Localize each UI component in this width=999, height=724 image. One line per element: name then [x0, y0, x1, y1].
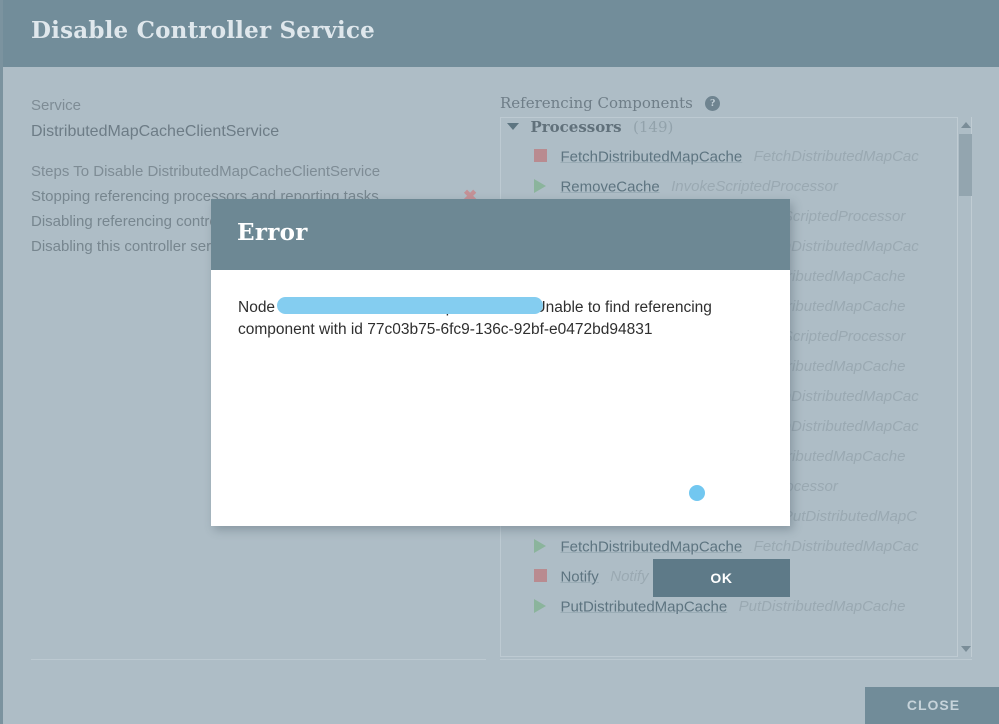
caret-down-icon[interactable]	[507, 122, 519, 130]
component-name[interactable]: Notify	[560, 568, 598, 585]
component-name[interactable]: FetchDistributedMapCache	[560, 148, 742, 165]
steps-title: Steps To Disable DistributedMapCacheClie…	[31, 163, 381, 180]
service-label: Service	[31, 97, 82, 114]
list-item[interactable]: FetchDistributedMapCache FetchDistribute…	[501, 148, 957, 178]
component-name[interactable]: RemoveCache	[560, 178, 659, 195]
referencing-components-panel: Referencing Components ? Processors (149…	[500, 94, 972, 657]
service-name: DistributedMapCacheClientService	[31, 123, 280, 140]
component-type: Notify	[610, 568, 649, 586]
component-type: FetchDistributedMapCac	[753, 148, 919, 166]
component-name[interactable]: FetchDistributedMapCache	[560, 538, 742, 555]
dialog-title: Disable Controller Service	[31, 17, 375, 44]
component-name[interactable]: PutDistributedMapCache	[560, 598, 727, 614]
processors-group-row[interactable]: Processors (149)	[501, 118, 957, 148]
scrollbar-thumb[interactable]	[959, 134, 972, 196]
component-type: PutDistributedMapC	[782, 508, 918, 526]
error-dialog-header: Error	[211, 199, 790, 270]
scroll-down-arrow-icon[interactable]	[961, 646, 971, 652]
stopped-square-icon	[534, 569, 547, 583]
ok-button[interactable]: OK	[653, 559, 790, 597]
error-dialog: Error Node is unable to fulfill this req…	[211, 199, 790, 597]
step-label: Disabling this controller service	[31, 238, 238, 255]
referencing-components-header: Referencing Components ?	[500, 94, 972, 116]
right-panel-divider	[500, 659, 972, 660]
help-circle-icon[interactable]: ?	[705, 95, 721, 111]
running-triangle-icon	[534, 598, 546, 613]
left-panel-divider	[31, 659, 486, 660]
error-dialog-title: Error	[237, 219, 308, 246]
component-type: InvokeScriptedProcessor	[671, 178, 838, 196]
referencing-list-scrollbar[interactable]	[957, 117, 972, 657]
redaction-overlay	[277, 297, 543, 314]
running-triangle-icon	[534, 178, 546, 193]
running-triangle-icon	[534, 538, 546, 553]
list-item[interactable]: PutDistributedMapCache PutDistributedMap…	[501, 598, 957, 614]
processors-group-count: (149)	[633, 118, 674, 136]
component-type: PutDistributedMapCache	[738, 598, 906, 614]
cursor-indicator	[689, 485, 705, 501]
stopped-square-icon	[534, 149, 547, 163]
referencing-components-title: Referencing Components	[500, 94, 693, 112]
dialog-header: Disable Controller Service	[3, 0, 999, 67]
close-button[interactable]: CLOSE	[865, 687, 999, 724]
screen-root: Disable Controller Service Service Distr…	[0, 0, 999, 724]
component-type: FetchDistributedMapCac	[753, 538, 919, 556]
processors-group-label: Processors	[530, 118, 622, 136]
scroll-up-arrow-icon[interactable]	[961, 122, 971, 128]
